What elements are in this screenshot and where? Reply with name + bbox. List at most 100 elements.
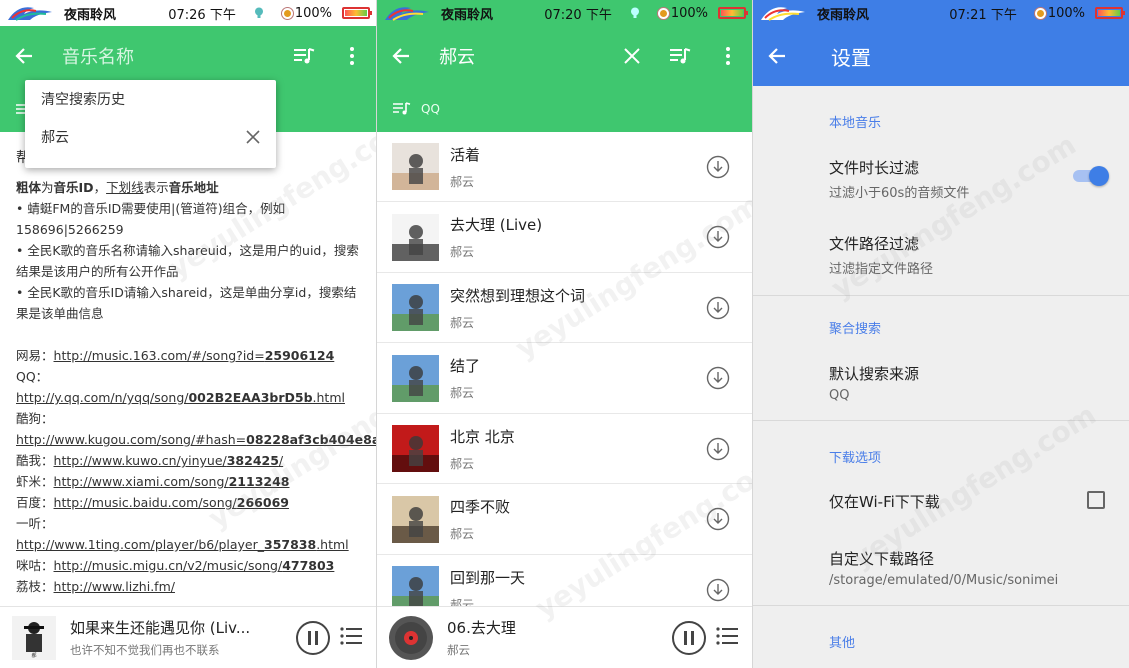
- song-title: 突然想到理想这个词: [450, 286, 586, 305]
- status-time: 07:21 下午: [949, 7, 1017, 23]
- setting-subtitle: 过滤小于60s的音频文件: [829, 186, 970, 201]
- song-row[interactable]: 活着 郝云: [377, 132, 752, 202]
- queue-music-icon: [670, 48, 691, 64]
- download-icon[interactable]: [706, 366, 730, 390]
- source-indicator[interactable]: QQ: [377, 86, 752, 132]
- help-note: • 蜻蜓FM的音乐ID需要使用|(管道符)组合，例如158696|5266259: [16, 201, 286, 237]
- clear-search-button[interactable]: [608, 32, 656, 80]
- song-artist: 郝云: [450, 245, 475, 259]
- song-artist: 郝云: [450, 527, 475, 541]
- source-url-link[interactable]: http://y.qq.com/n/yqq/song/002B2EAA3brD5…: [16, 390, 345, 405]
- pause-button[interactable]: [296, 620, 330, 655]
- download-icon[interactable]: [706, 296, 730, 320]
- app-logo-icon: [761, 7, 805, 21]
- source-link-row: 酷我：http://www.kuwo.cn/yinyue/382425/: [16, 450, 366, 471]
- song-row[interactable]: 北京 北京 郝云: [377, 414, 752, 484]
- history-item[interactable]: 郝云: [25, 118, 276, 156]
- song-artist: 郝云: [450, 386, 475, 400]
- wifi-only-checkbox[interactable]: [1087, 491, 1105, 509]
- song-row[interactable]: 结了 郝云: [377, 344, 752, 414]
- download-icon[interactable]: [706, 507, 730, 531]
- battery-percent: 100%: [1034, 6, 1085, 21]
- source-select-button[interactable]: [656, 32, 704, 80]
- settings-toolbar: 设置: [753, 26, 1129, 86]
- source-name: 百度：: [16, 495, 54, 510]
- source-url-link[interactable]: http://www.kugou.com/song/#hash=08228af3…: [16, 432, 376, 447]
- song-title: 去大理 (Live): [450, 216, 543, 234]
- back-button[interactable]: [377, 32, 425, 80]
- source-url-link[interactable]: http://music.migu.cn/v2/music/song/47780…: [54, 558, 335, 573]
- status-app-name: 夜雨聆风: [817, 7, 870, 23]
- more-options-button[interactable]: [704, 32, 752, 80]
- battery-percent: 100%: [657, 6, 708, 21]
- source-select-button[interactable]: [280, 32, 328, 80]
- song-row[interactable]: 四季不败 郝云: [377, 485, 752, 555]
- album-art: [389, 615, 433, 660]
- status-app-name: 夜雨聆风: [64, 7, 117, 23]
- source-url-link[interactable]: http://music.163.com/#/song?id=25906124: [54, 348, 335, 363]
- source-link-list: 网易：http://music.163.com/#/song?id=259061…: [16, 345, 376, 597]
- more-options-button[interactable]: [328, 32, 376, 80]
- playlist-button[interactable]: [340, 626, 364, 650]
- battery-icon: [1095, 7, 1125, 19]
- pause-icon: [684, 630, 694, 645]
- song-artist: 郝云: [450, 456, 475, 471]
- duration-filter-toggle[interactable]: [1071, 166, 1109, 186]
- status-bar: 夜雨聆风 07:21 下午 100%: [753, 0, 1129, 26]
- history-item-label: 郝云: [41, 130, 69, 146]
- song-title: 回到那一天: [450, 568, 526, 587]
- source-name: 一听：: [16, 516, 54, 531]
- battery-status-icon: [281, 7, 293, 19]
- pause-button[interactable]: [672, 620, 706, 655]
- arrow-back-icon: [768, 48, 785, 64]
- song-row[interactable]: 突然想到理想这个词 郝云: [377, 273, 752, 343]
- source-url-link[interactable]: http://music.baidu.com/song/266069: [54, 495, 289, 510]
- playlist-button[interactable]: [716, 626, 740, 650]
- playlist-icon: [716, 626, 738, 645]
- mini-player[interactable]: 06.去大理 郝云: [377, 606, 752, 668]
- download-icon[interactable]: [706, 437, 730, 461]
- path-filter-setting[interactable]: 文件路径过滤 过滤指定文件路径: [829, 233, 1109, 277]
- source-name: 酷我：: [16, 453, 54, 468]
- app-logo-icon: [385, 7, 429, 21]
- source-name: 酷狗：: [16, 411, 54, 426]
- duration-filter-setting[interactable]: 文件时长过滤 过滤小于60s的音频文件: [829, 157, 1109, 201]
- download-path-setting[interactable]: 自定义下载路径 /storage/emulated/0/Music/sonime…: [829, 548, 1109, 588]
- default-source-setting[interactable]: 默认搜索来源 QQ: [829, 363, 1109, 403]
- source-url-link[interactable]: http://www.1ting.com/player/b6/player_35…: [16, 537, 349, 552]
- song-row[interactable]: 去大理 (Live) 郝云: [377, 203, 752, 273]
- search-toolbar: 郝云: [377, 26, 752, 86]
- source-url-link[interactable]: http://www.lizhi.fm/: [54, 579, 175, 594]
- search-input[interactable]: 郝云: [425, 43, 608, 69]
- divider: [753, 605, 1129, 606]
- download-icon[interactable]: [706, 155, 730, 179]
- search-help-screen: 夜雨聆风 07:26 下午 100% 音乐名称 清空搜索历史 郝云 帮 粗体为音…: [0, 0, 376, 668]
- notification-icon: [254, 7, 263, 18]
- source-link-row: 网易：http://music.163.com/#/song?id=259061…: [16, 345, 366, 366]
- source-url-link[interactable]: http://www.xiami.com/song/2113248: [54, 474, 290, 489]
- battery-icon: [718, 7, 748, 19]
- mini-player[interactable]: 郝 如果来生还能遇见你 (Liv... 也许不知不觉我们再也不联系: [0, 606, 376, 668]
- source-name: 网易：: [16, 348, 54, 363]
- clear-history-item[interactable]: 清空搜索历史: [25, 80, 276, 118]
- close-icon[interactable]: [246, 130, 260, 144]
- source-link-row: 百度：http://music.baidu.com/song/266069: [16, 492, 366, 513]
- back-button[interactable]: [753, 32, 801, 80]
- wifi-only-setting[interactable]: 仅在Wi-Fi下下载: [829, 491, 1109, 512]
- setting-title: 自定义下载路径: [829, 550, 935, 568]
- setting-title: 仅在Wi-Fi下下载: [829, 493, 940, 511]
- source-link-row: 虾米：http://www.xiami.com/song/2113248: [16, 471, 366, 492]
- help-text: 帮 粗体为音乐ID，下划线表示音乐地址 • 蜻蜓FM的音乐ID需要使用|(管道符…: [16, 148, 376, 597]
- arrow-back-icon: [15, 48, 32, 64]
- svg-text:郝: 郝: [31, 652, 36, 659]
- source-url-link[interactable]: http://www.kuwo.cn/yinyue/382425/: [54, 453, 284, 468]
- setting-title: 文件时长过滤: [829, 159, 920, 177]
- divider: [753, 295, 1129, 296]
- download-icon[interactable]: [706, 578, 730, 602]
- source-link-row: QQ： http://y.qq.com/n/yqq/song/002B2EAA3b…: [16, 366, 366, 408]
- download-icon[interactable]: [706, 225, 730, 249]
- source-name: 荔枝：: [16, 579, 54, 594]
- search-input[interactable]: 音乐名称: [48, 43, 280, 69]
- help-note: • 全民K歌的音乐ID请输入shareid，这是单曲分享id，搜索结果是该单曲信…: [16, 285, 357, 321]
- back-button[interactable]: [0, 32, 48, 80]
